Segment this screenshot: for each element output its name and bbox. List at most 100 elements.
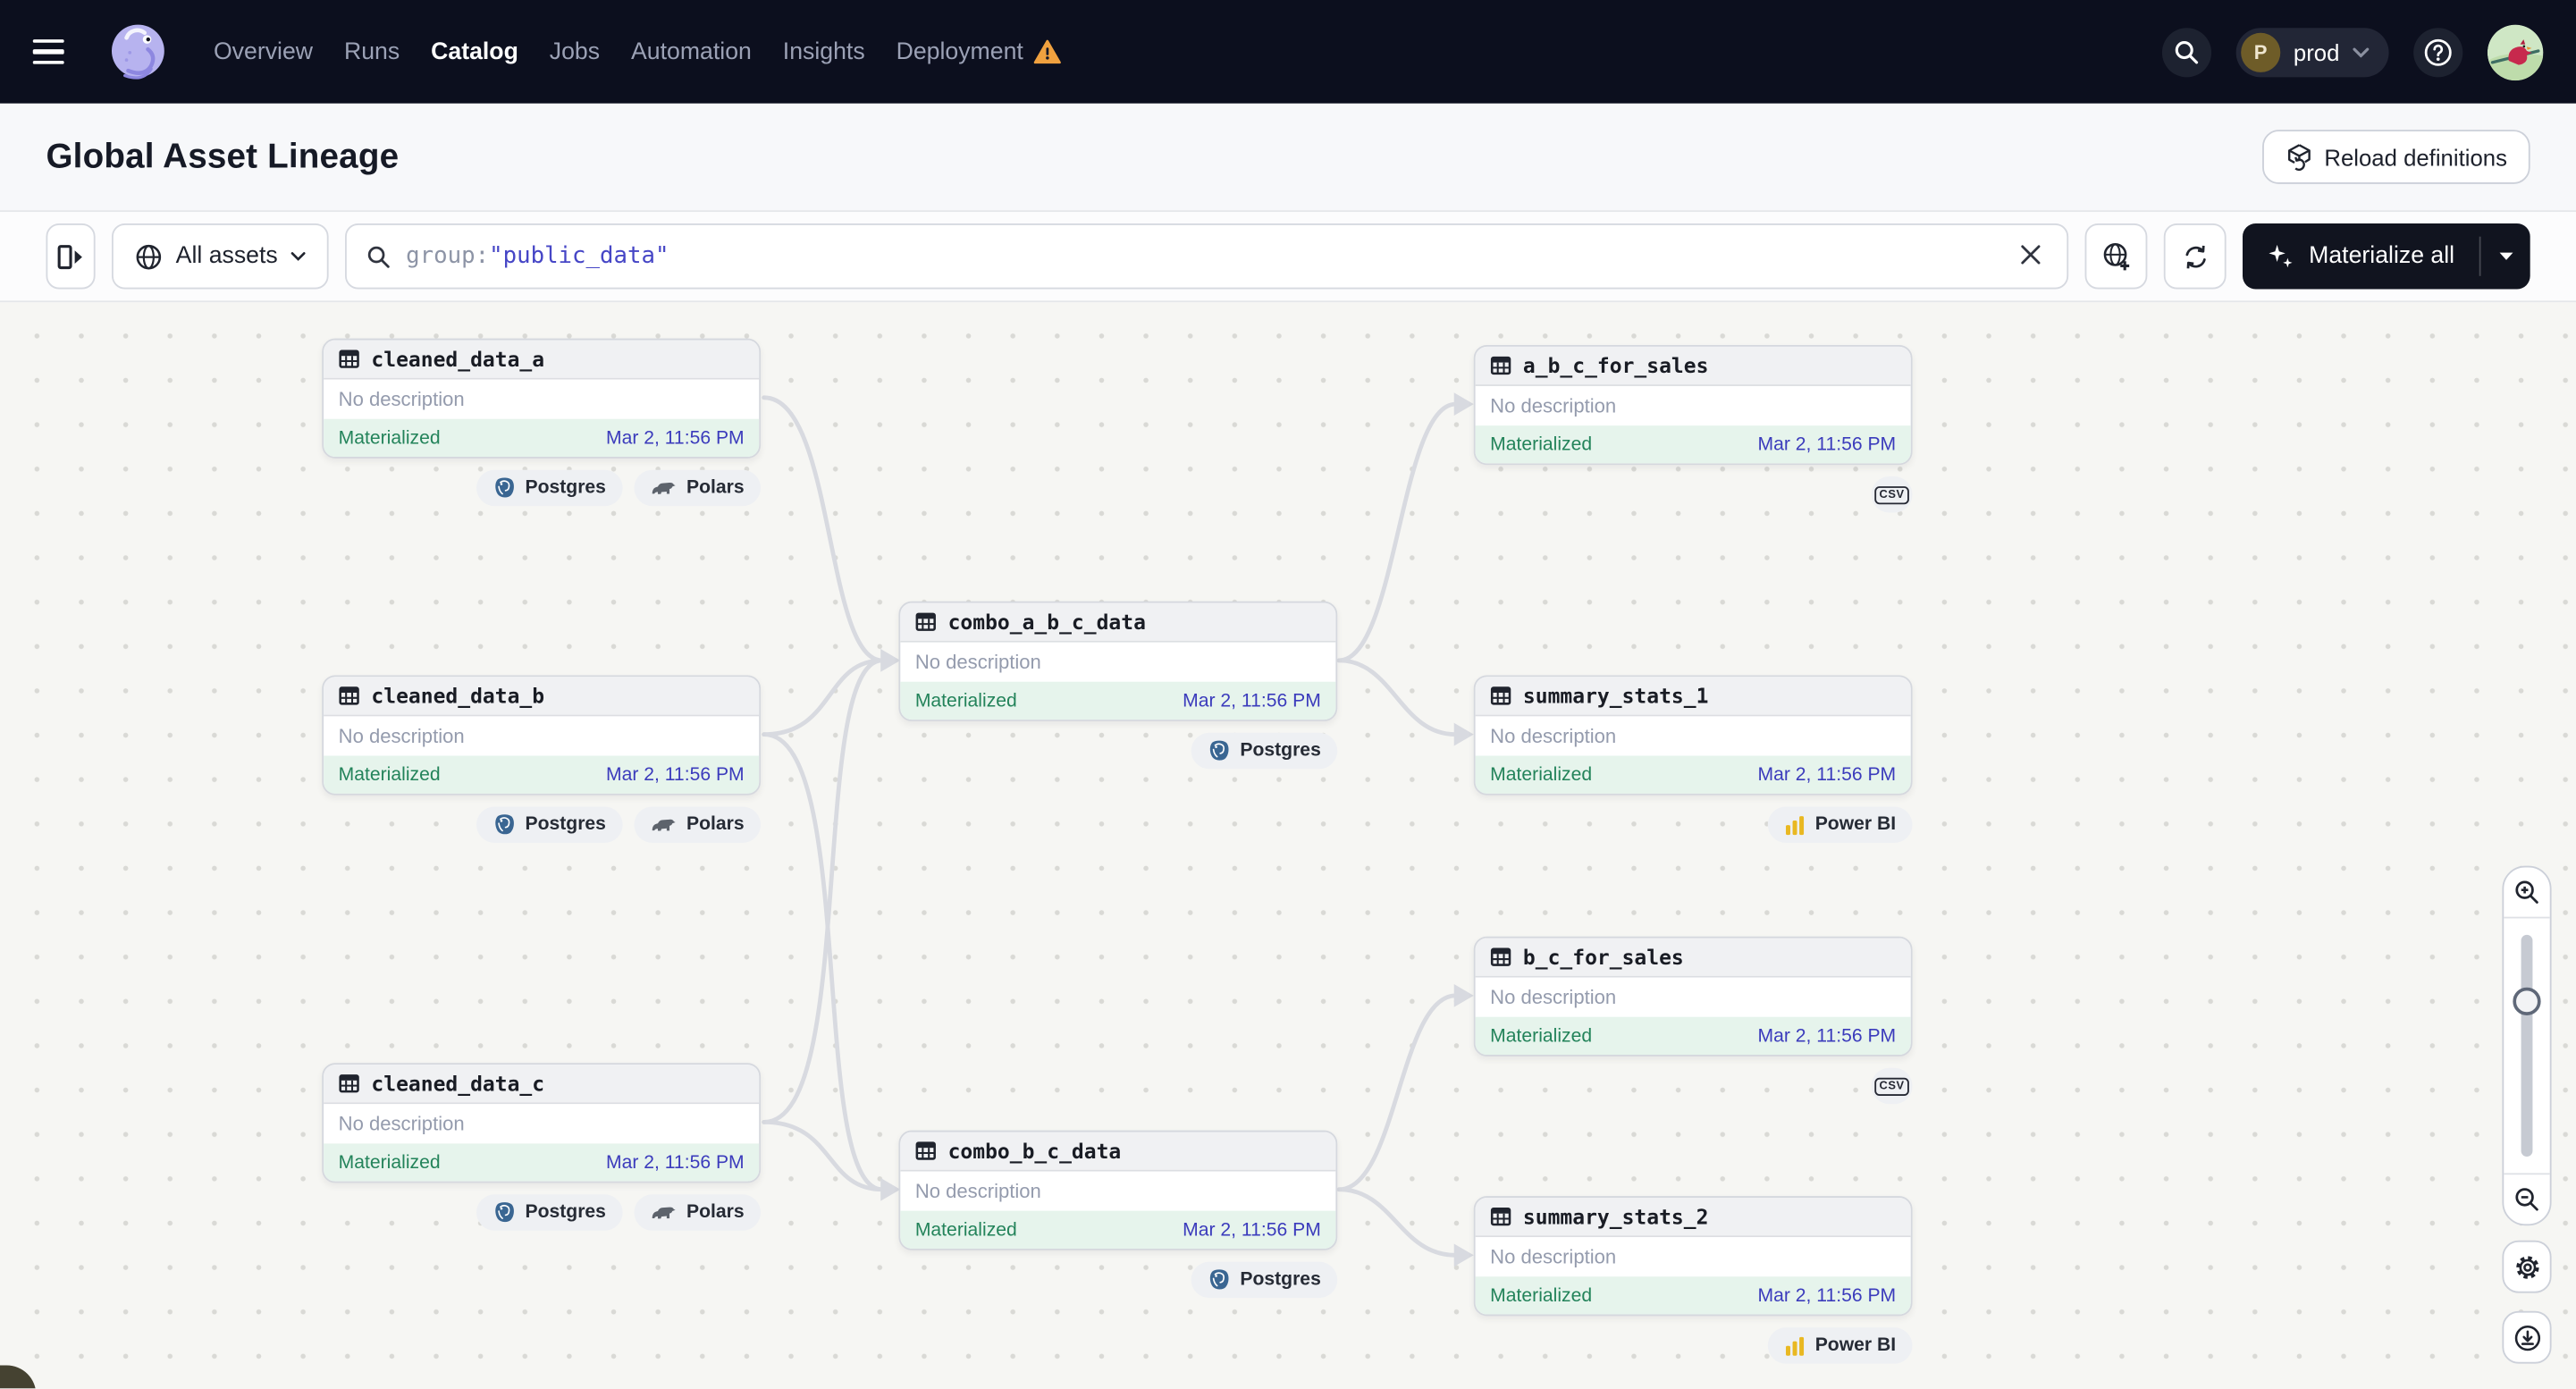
postgres-icon	[492, 1201, 516, 1225]
open-left-panel-button[interactable]	[46, 223, 95, 290]
asset-node[interactable]: combo_a_b_c_data No description Material…	[898, 602, 1337, 721]
tag-csv[interactable]: CSV	[1872, 1068, 1913, 1104]
asset-description: No description	[1476, 386, 1911, 425]
asset-tags: Postgres Polars	[322, 1194, 761, 1230]
deployment-name: prod	[2294, 38, 2340, 64]
asset-title: summary_stats_1	[1523, 684, 1709, 709]
download-image-button[interactable]	[2502, 1311, 2551, 1364]
asset-timestamp[interactable]: Mar 2, 11:56 PM	[606, 1152, 745, 1172]
asset-status-row: Materialized Mar 2, 11:56 PM	[324, 419, 759, 457]
asset-description: No description	[1476, 1237, 1911, 1276]
reload-definitions-button[interactable]: Reload definitions	[2262, 130, 2530, 184]
lineage-canvas[interactable]: cleaned_data_a No description Materializ…	[0, 302, 2576, 1388]
asset-status: Materialized	[339, 1152, 441, 1172]
csv-icon: CSV	[1874, 485, 1909, 503]
asset-status: Materialized	[1490, 1285, 1592, 1305]
nav-deployment[interactable]: Deployment	[897, 38, 1061, 64]
asset-node[interactable]: cleaned_data_c No description Materializ…	[322, 1063, 761, 1183]
tag-polars[interactable]: Polars	[634, 1194, 761, 1230]
table-icon	[915, 611, 937, 633]
tag-csv[interactable]: CSV	[1872, 476, 1913, 512]
nav-runs[interactable]: Runs	[344, 38, 400, 64]
globe-icon	[135, 242, 163, 270]
nav-jobs[interactable]: Jobs	[550, 38, 600, 64]
postgres-icon	[492, 476, 516, 500]
asset-node-header: cleaned_data_b	[324, 677, 759, 716]
table-icon	[1490, 1206, 1511, 1227]
asset-tags: Postgres	[898, 1262, 1337, 1298]
lineage-scope-button[interactable]	[2085, 223, 2148, 290]
asset-timestamp[interactable]: Mar 2, 11:56 PM	[1757, 434, 1896, 454]
tag-postgres[interactable]: Postgres	[476, 1194, 622, 1230]
tag-power-bi[interactable]: Power BI	[1767, 1327, 1912, 1363]
tag-postgres[interactable]: Postgres	[476, 807, 622, 843]
asset-title: b_c_for_sales	[1523, 945, 1684, 970]
asset-search-input[interactable]: group:"public_data"	[345, 223, 2069, 290]
nav-insights[interactable]: Insights	[783, 38, 865, 64]
tag-polars[interactable]: Polars	[634, 807, 761, 843]
asset-timestamp[interactable]: Mar 2, 11:56 PM	[1757, 1026, 1896, 1046]
asset-status-row: Materialized Mar 2, 11:56 PM	[1476, 1276, 1911, 1314]
zoom-slider-track[interactable]	[2521, 935, 2533, 1157]
asset-title: cleaned_data_b	[371, 684, 544, 709]
asset-timestamp[interactable]: Mar 2, 11:56 PM	[1757, 765, 1896, 785]
global-search-button[interactable]	[2162, 27, 2211, 76]
dagster-logo[interactable]	[105, 19, 172, 85]
asset-node[interactable]: summary_stats_1 No description Materiali…	[1474, 675, 1913, 795]
sparkles-icon	[2268, 243, 2294, 269]
user-avatar[interactable]	[2488, 24, 2543, 80]
caret-down-icon	[2498, 251, 2513, 261]
asset-timestamp[interactable]: Mar 2, 11:56 PM	[606, 428, 745, 448]
zoom-out-button[interactable]	[2504, 1174, 2549, 1224]
asset-node[interactable]: a_b_c_for_sales No description Materiali…	[1474, 345, 1913, 465]
asset-timestamp[interactable]: Mar 2, 11:56 PM	[606, 765, 745, 785]
table-icon	[339, 1073, 360, 1094]
lineage-toolbar: All assets group:"public_data"	[0, 212, 2576, 302]
tag-postgres[interactable]: Postgres	[1191, 733, 1337, 769]
power-bi-icon	[1784, 1334, 1806, 1356]
hamburger-menu-icon[interactable]	[33, 27, 82, 76]
tag-postgres[interactable]: Postgres	[1191, 1262, 1337, 1298]
deployment-avatar: P	[2241, 32, 2280, 72]
clear-search-icon[interactable]	[2015, 236, 2048, 277]
deployment-switcher[interactable]: P prod	[2236, 27, 2389, 76]
zoom-slider-handle[interactable]	[2513, 988, 2540, 1015]
page-title: Global Asset Lineage	[46, 137, 399, 176]
asset-timestamp[interactable]: Mar 2, 11:56 PM	[1183, 1220, 1321, 1240]
polars-icon	[651, 815, 677, 835]
asset-timestamp[interactable]: Mar 2, 11:56 PM	[1757, 1285, 1896, 1305]
tag-power-bi[interactable]: Power BI	[1767, 807, 1912, 843]
asset-node[interactable]: b_c_for_sales No description Materialize…	[1474, 937, 1913, 1056]
zoom-control-panel	[2502, 866, 2551, 1226]
asset-status-row: Materialized Mar 2, 11:56 PM	[1476, 425, 1911, 463]
asset-node[interactable]: cleaned_data_b No description Materializ…	[322, 675, 761, 795]
materialize-options-button[interactable]	[2481, 223, 2530, 290]
asset-node[interactable]: combo_b_c_data No description Materializ…	[898, 1131, 1337, 1250]
table-icon	[915, 1141, 937, 1162]
nav-overview[interactable]: Overview	[214, 38, 313, 64]
asset-tags: Postgres Polars	[322, 470, 761, 506]
help-button[interactable]	[2413, 27, 2462, 76]
table-icon	[1490, 947, 1511, 968]
asset-status: Materialized	[339, 765, 441, 785]
refresh-button[interactable]	[2164, 223, 2227, 290]
graph-settings-button[interactable]	[2502, 1241, 2551, 1293]
asset-node-header: summary_stats_1	[1476, 677, 1911, 716]
asset-node[interactable]: cleaned_data_a No description Materializ…	[322, 339, 761, 459]
nav-automation[interactable]: Automation	[631, 38, 752, 64]
panel-toggle-icon	[57, 244, 83, 269]
asset-timestamp[interactable]: Mar 2, 11:56 PM	[1183, 691, 1321, 711]
nav-catalog[interactable]: Catalog	[431, 38, 518, 64]
tag-polars[interactable]: Polars	[634, 470, 761, 506]
zoom-slider[interactable]	[2504, 918, 2549, 1173]
polars-icon	[651, 1202, 677, 1222]
tag-postgres[interactable]: Postgres	[476, 470, 622, 506]
asset-status-row: Materialized Mar 2, 11:56 PM	[324, 1143, 759, 1181]
asset-node-header: a_b_c_for_sales	[1476, 347, 1911, 386]
warning-icon	[1033, 39, 1061, 64]
asset-scope-dropdown[interactable]: All assets	[112, 223, 329, 290]
materialize-all-button[interactable]: Materialize all	[2243, 223, 2479, 290]
asset-node[interactable]: summary_stats_2 No description Materiali…	[1474, 1196, 1913, 1316]
asset-description: No description	[900, 643, 1335, 682]
zoom-in-button[interactable]	[2504, 868, 2549, 917]
